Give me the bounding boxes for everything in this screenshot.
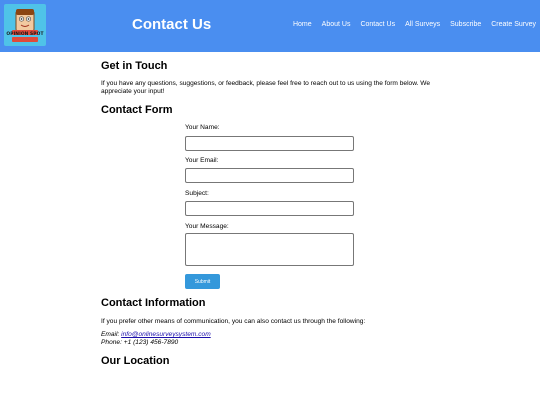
email-line: Email: info@onlinesurveysystem.com: [101, 331, 211, 339]
site-header: OPINION SPOT Contact Us Home About Us Co…: [0, 0, 540, 52]
contact-info-heading: Contact Information: [101, 297, 206, 309]
contact-info-text: If you prefer other means of communicati…: [101, 318, 366, 325]
nav-about-us[interactable]: About Us: [322, 21, 351, 28]
phone-line: Phone: +1 (123) 456-7890: [101, 339, 211, 347]
phone-label-text: Phone:: [101, 339, 122, 346]
nav-all-surveys[interactable]: All Surveys: [405, 21, 440, 28]
email-label-text: Email:: [101, 331, 120, 338]
email-input[interactable]: [185, 168, 354, 183]
nav-contact-us[interactable]: Contact Us: [360, 21, 395, 28]
page-title: Contact Us: [132, 16, 212, 33]
subject-label: Subject:: [185, 190, 209, 197]
main-nav: Home About Us Contact Us All Surveys Sub…: [293, 21, 536, 28]
get-in-touch-heading: Get in Touch: [101, 60, 168, 72]
get-in-touch-text: If you have any questions, suggestions, …: [101, 80, 431, 95]
subject-input[interactable]: [185, 201, 354, 216]
logo-mascot-icon: [12, 9, 38, 42]
name-input[interactable]: [185, 136, 354, 151]
site-logo[interactable]: OPINION SPOT: [4, 4, 46, 46]
logo-text: OPINION SPOT: [6, 32, 44, 37]
phone-number: +1 (123) 456-7890: [123, 339, 179, 346]
contact-details: Email: info@onlinesurveysystem.com Phone…: [101, 331, 211, 347]
nav-subscribe[interactable]: Subscribe: [450, 21, 481, 28]
contact-form-heading: Contact Form: [101, 104, 173, 116]
message-label: Your Message:: [185, 223, 229, 230]
nav-home[interactable]: Home: [293, 21, 312, 28]
message-textarea[interactable]: [185, 233, 354, 266]
email-label: Your Email:: [185, 157, 219, 164]
name-label: Your Name:: [185, 124, 220, 131]
our-location-heading: Our Location: [101, 355, 170, 367]
submit-button[interactable]: Submit: [185, 274, 220, 289]
email-link[interactable]: info@onlinesurveysystem.com: [121, 331, 211, 338]
nav-create-survey[interactable]: Create Survey: [491, 21, 536, 28]
